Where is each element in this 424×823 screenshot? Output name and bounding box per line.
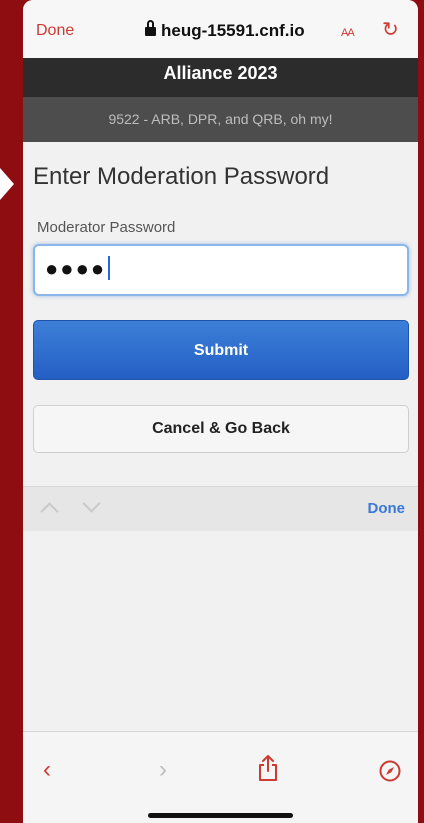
compass-icon[interactable]	[379, 760, 401, 782]
password-label: Moderator Password	[37, 219, 176, 236]
back-icon[interactable]: ‹	[43, 756, 51, 784]
submit-button[interactable]: Submit	[33, 320, 409, 380]
form-accessory-toolbar: Done	[23, 486, 418, 531]
address-field[interactable]: heug-15591.cnf.io	[145, 20, 305, 41]
safari-done-button[interactable]: Done	[36, 22, 74, 40]
text-size-button[interactable]: AA	[341, 23, 355, 39]
safari-toolbar: ‹ ›	[23, 731, 418, 823]
text-size-label: AA	[341, 27, 355, 39]
form-heading: Enter Moderation Password	[33, 163, 330, 190]
session-subtitle: 9522 - ARB, DPR, and QRB, oh my!	[23, 97, 418, 142]
background-arrow-icon	[0, 168, 14, 200]
chevron-up-icon[interactable]	[40, 502, 59, 521]
password-value: ●●●●	[45, 256, 107, 281]
password-input[interactable]: ●●●●	[33, 244, 409, 296]
lock-icon	[145, 20, 156, 37]
share-icon[interactable]	[257, 754, 279, 782]
forward-icon[interactable]: ›	[159, 756, 167, 784]
home-indicator	[148, 813, 293, 818]
text-caret	[108, 256, 111, 280]
host-text: heug-15591.cnf.io	[161, 21, 305, 40]
page-title: Alliance 2023	[23, 58, 418, 97]
cancel-button[interactable]: Cancel & Go Back	[33, 405, 409, 453]
chevron-down-icon[interactable]	[82, 494, 101, 513]
keyboard-done-button[interactable]: Done	[368, 500, 406, 517]
url-bar: Done heug-15591.cnf.io AA ↻	[23, 0, 418, 59]
browser-sheet: Done heug-15591.cnf.io AA ↻ Alliance 202…	[23, 0, 418, 823]
reload-icon[interactable]: ↻	[382, 17, 399, 42]
